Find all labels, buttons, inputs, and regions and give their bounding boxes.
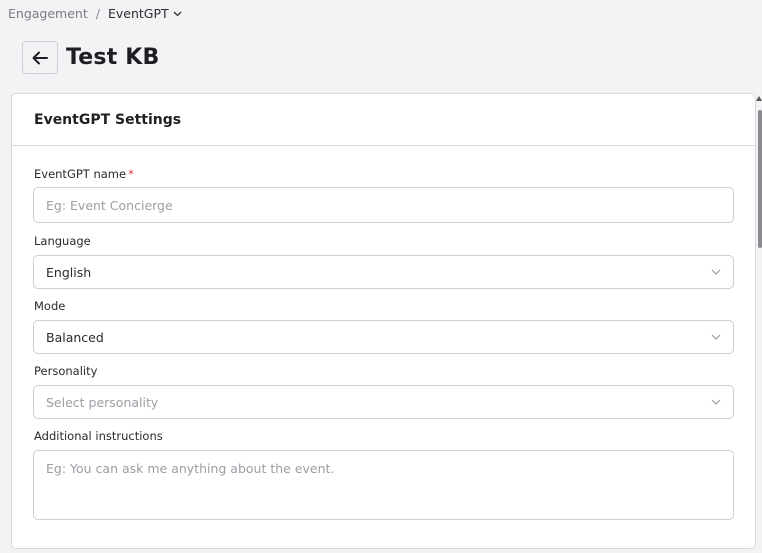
name-input[interactable]: Eg: Event Concierge	[33, 187, 734, 223]
page-header: Test KB	[22, 41, 160, 74]
personality-select[interactable]: Select personality	[33, 385, 734, 419]
settings-title: EventGPT Settings	[34, 111, 182, 128]
language-select[interactable]: English	[33, 255, 734, 289]
page-title: Test KB	[66, 45, 160, 70]
chevron-down-icon	[173, 11, 182, 16]
mode-select[interactable]: Balanced	[33, 320, 734, 354]
breadcrumb-separator: /	[95, 6, 100, 21]
name-label: EventGPT name *	[34, 167, 134, 181]
language-label: Language	[34, 234, 91, 248]
back-button[interactable]	[22, 41, 58, 74]
scrollbar-thumb[interactable]	[758, 110, 762, 248]
chevron-down-icon	[711, 399, 721, 405]
required-marker: *	[128, 167, 134, 181]
instructions-placeholder: Eg: You can ask me anything about the ev…	[46, 461, 335, 476]
language-value: English	[46, 264, 92, 280]
breadcrumb-engagement-link[interactable]: Engagement	[8, 6, 88, 21]
instructions-label: Additional instructions	[34, 429, 163, 443]
settings-card-header: EventGPT Settings	[12, 94, 755, 146]
breadcrumb: Engagement / EventGPT	[8, 6, 182, 21]
name-input-placeholder: Eg: Event Concierge	[46, 197, 173, 213]
mode-value: Balanced	[46, 329, 104, 345]
scroll-up-arrow[interactable]	[756, 96, 762, 101]
breadcrumb-eventgpt-dropdown[interactable]: EventGPT	[108, 6, 182, 21]
settings-card: EventGPT Settings EventGPT name * Eg: Eve…	[11, 93, 756, 549]
instructions-textarea[interactable]: Eg: You can ask me anything about the ev…	[33, 450, 734, 520]
breadcrumb-current-label: EventGPT	[107, 6, 169, 21]
personality-label: Personality	[34, 364, 98, 378]
name-label-text: EventGPT name	[34, 167, 127, 181]
personality-placeholder: Select personality	[46, 394, 159, 410]
mode-label: Mode	[34, 299, 66, 313]
arrow-left-icon	[32, 51, 48, 64]
chevron-down-icon	[711, 269, 721, 275]
chevron-down-icon	[711, 334, 721, 340]
